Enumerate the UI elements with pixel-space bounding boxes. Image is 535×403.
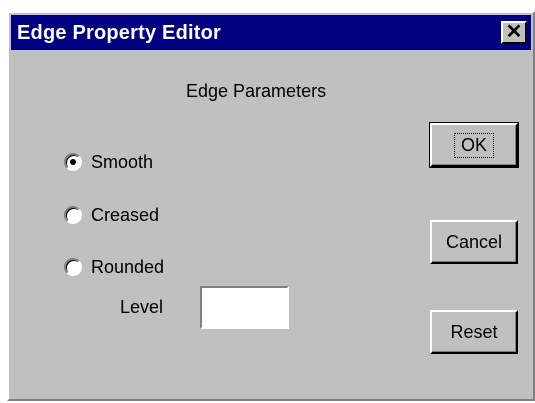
cancel-button-label: Cancel bbox=[445, 231, 503, 252]
radio-smooth[interactable]: Smooth bbox=[64, 150, 153, 174]
ok-button[interactable]: OK bbox=[429, 122, 519, 168]
radio-rounded-indicator[interactable] bbox=[64, 258, 82, 276]
radio-creased[interactable]: Creased bbox=[64, 203, 159, 227]
edge-property-editor-dialog: Edge Property Editor ✕ Edge Parameters S… bbox=[7, 11, 535, 401]
radio-rounded-label: Rounded bbox=[91, 256, 165, 277]
radio-rounded[interactable]: Rounded bbox=[64, 255, 164, 279]
level-input[interactable] bbox=[200, 286, 289, 329]
reset-button[interactable]: Reset bbox=[430, 310, 518, 354]
close-button[interactable]: ✕ bbox=[501, 21, 527, 44]
radio-creased-label: Creased bbox=[91, 204, 160, 225]
radio-creased-indicator[interactable] bbox=[64, 206, 82, 224]
reset-button-label: Reset bbox=[450, 321, 498, 342]
window-title: Edge Property Editor bbox=[17, 22, 222, 44]
radio-smooth-indicator[interactable] bbox=[64, 153, 82, 171]
level-label: Level bbox=[120, 297, 164, 317]
radio-smooth-label: Smooth bbox=[91, 151, 154, 172]
close-icon: ✕ bbox=[505, 21, 523, 43]
ok-button-label: OK bbox=[453, 132, 494, 158]
edge-parameters-heading: Edge Parameters bbox=[186, 81, 327, 101]
title-bar[interactable]: Edge Property Editor ✕ bbox=[11, 15, 531, 50]
radio-checked-dot bbox=[70, 159, 76, 165]
cancel-button[interactable]: Cancel bbox=[430, 220, 518, 264]
